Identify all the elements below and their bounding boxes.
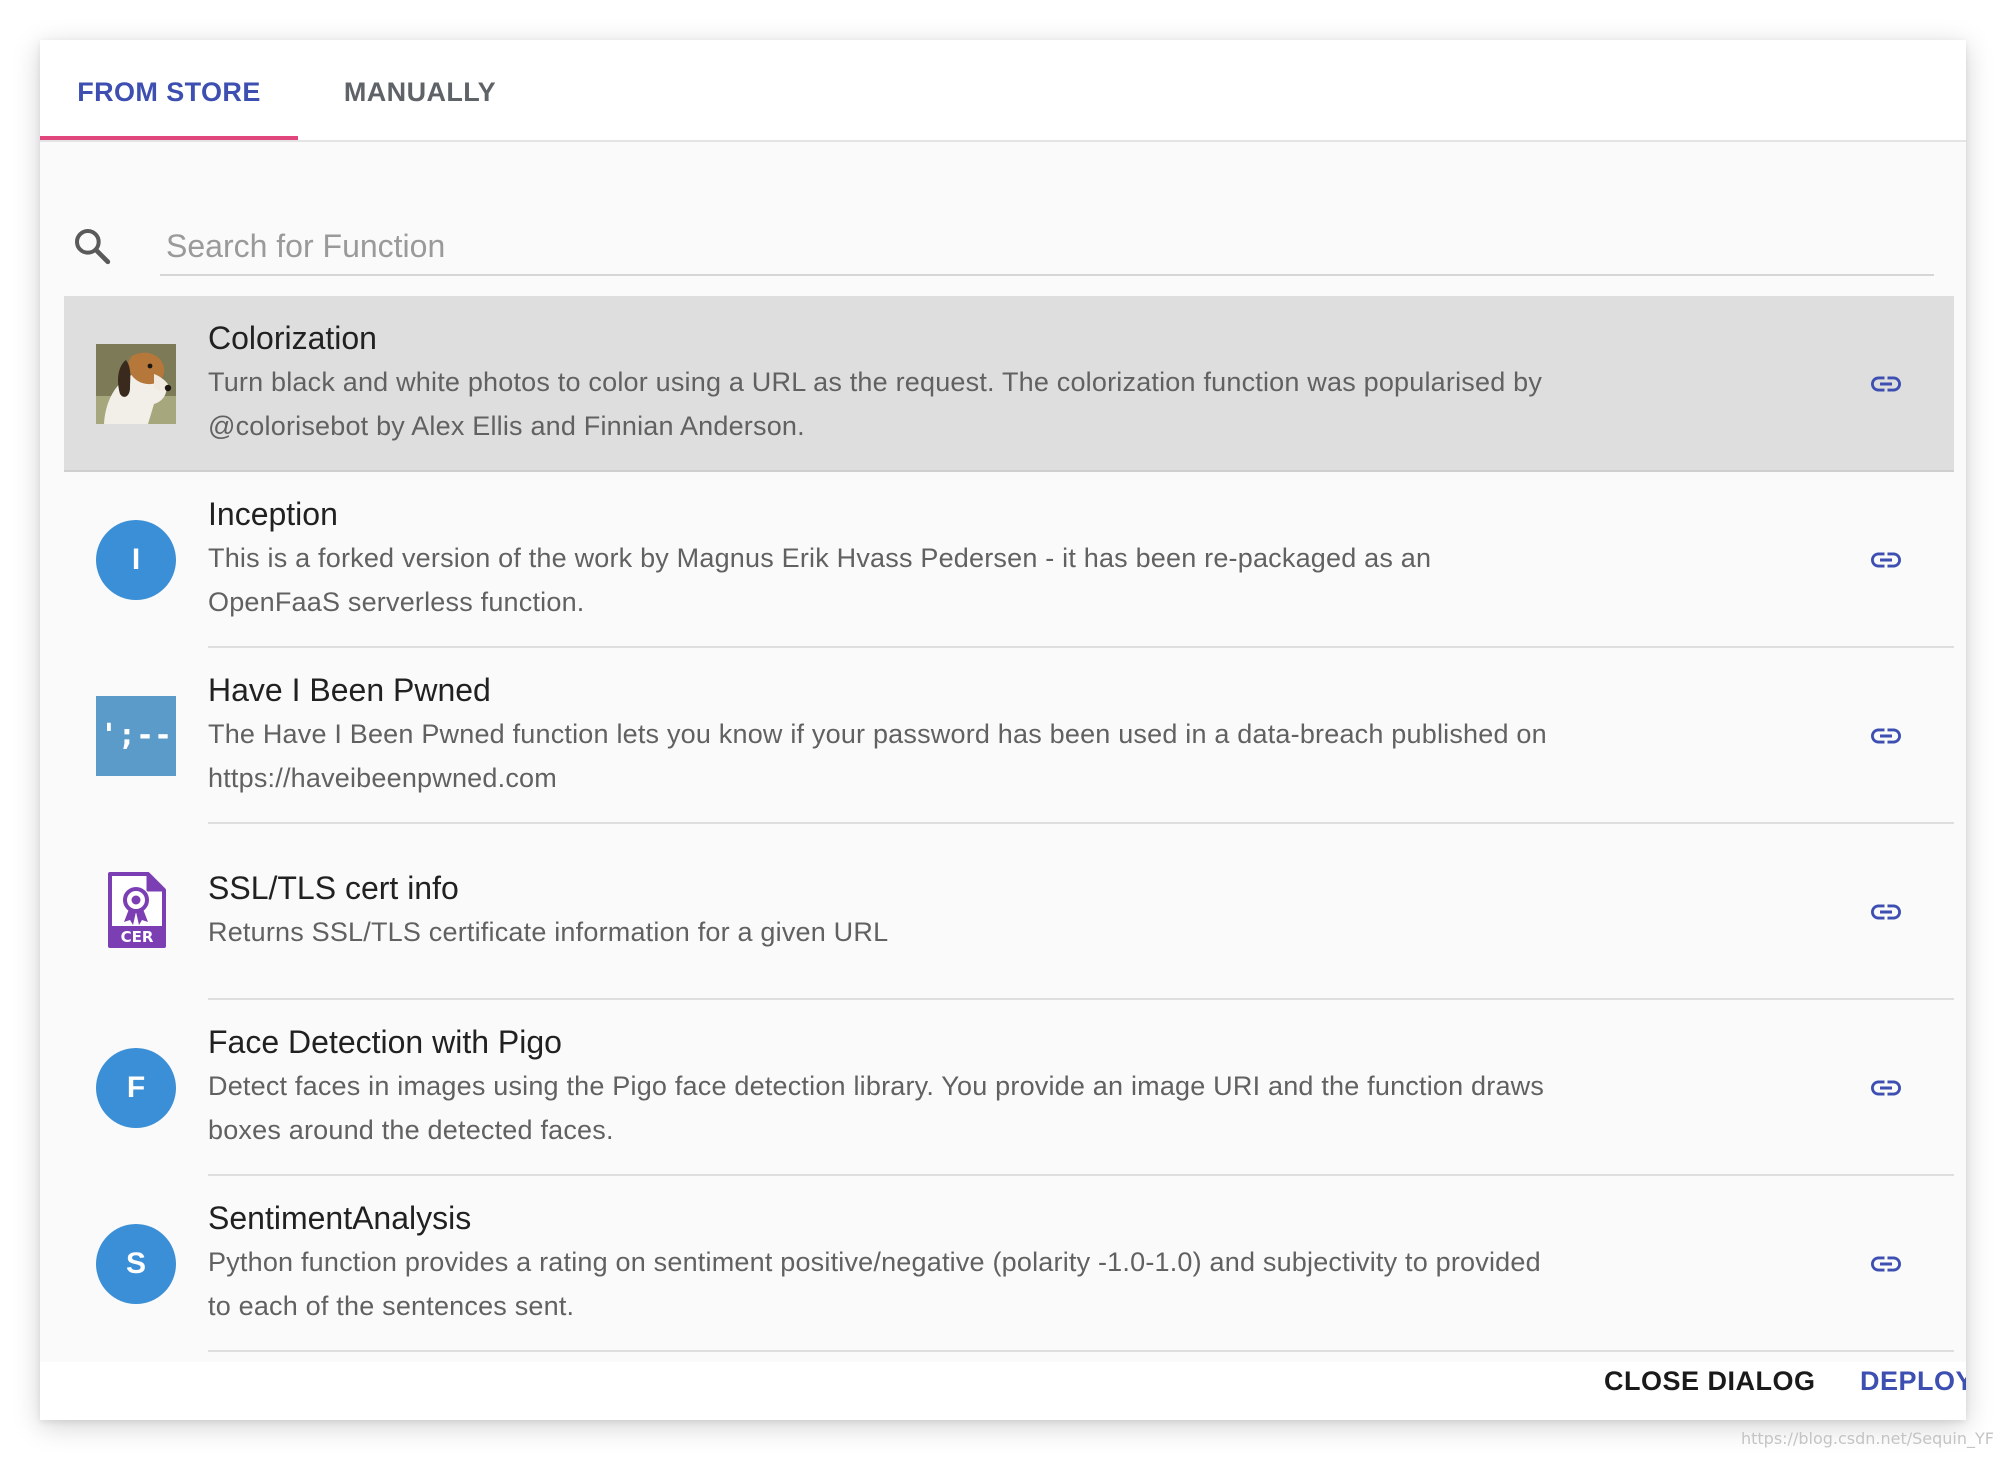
function-item-face-detection-pigo[interactable]: F Face Detection with Pigo Detect faces …: [64, 1000, 1954, 1176]
store-panel: Colorization Turn black and white photos…: [40, 142, 1966, 1362]
function-item-colorization[interactable]: Colorization Turn black and white photos…: [64, 296, 1954, 472]
letter-avatar: S: [96, 1224, 176, 1304]
link-icon[interactable]: [1864, 1246, 1908, 1282]
link-icon[interactable]: [1864, 542, 1908, 578]
hibp-logo-icon: ';--: [96, 696, 176, 776]
watermark: https://blog.csdn.net/Sequin_YF: [1740, 1429, 1994, 1448]
function-title: Colorization: [208, 320, 377, 356]
search-input[interactable]: [160, 218, 1934, 276]
function-title: SentimentAnalysis: [208, 1200, 472, 1236]
search-bar: [64, 218, 1934, 278]
function-description: Turn black and white photos to color usi…: [208, 367, 1543, 441]
link-icon[interactable]: [1864, 1070, 1908, 1106]
function-description: The Have I Been Pwned function lets you …: [208, 719, 1547, 793]
function-description: Detect faces in images using the Pigo fa…: [208, 1071, 1545, 1145]
function-title: SSL/TLS cert info: [208, 870, 459, 906]
function-description: Returns SSL/TLS certificate information …: [208, 917, 889, 947]
letter-avatar: F: [96, 1048, 176, 1128]
function-list: Colorization Turn black and white photos…: [64, 296, 1954, 1352]
function-title: Inception: [208, 496, 338, 532]
link-icon[interactable]: [1864, 366, 1908, 402]
deploy-button[interactable]: DEPLOY: [1860, 1366, 1966, 1397]
tab-from-store[interactable]: FROM STORE: [40, 40, 298, 140]
dialog-actions: CLOSE DIALOG DEPLOY: [40, 1362, 1966, 1420]
tab-bar: FROM STORE MANUALLY: [40, 40, 1966, 142]
function-description: This is a forked version of the work by …: [208, 543, 1432, 617]
beagle-photo-icon: [96, 344, 176, 424]
function-title: Have I Been Pwned: [208, 672, 491, 708]
list-divider: [208, 1350, 1954, 1352]
function-title: Face Detection with Pigo: [208, 1024, 562, 1060]
function-item-inception[interactable]: I Inception This is a forked version of …: [64, 472, 1954, 648]
function-description: Python function provides a rating on sen…: [208, 1247, 1541, 1321]
tab-manually[interactable]: MANUALLY: [298, 40, 542, 140]
function-item-ssl-tls-cert-info[interactable]: CER SSL/TLS cert info Returns SSL/TLS ce…: [64, 824, 1954, 1000]
certificate-file-icon: CER: [108, 872, 166, 948]
search-icon: [75, 229, 111, 265]
link-icon[interactable]: [1864, 718, 1908, 754]
function-item-sentiment-analysis[interactable]: S SentimentAnalysis Python function prov…: [64, 1176, 1954, 1352]
function-item-have-i-been-pwned[interactable]: ';-- Have I Been Pwned The Have I Been P…: [64, 648, 1954, 824]
link-icon[interactable]: [1864, 894, 1908, 930]
deploy-function-dialog: FROM STORE MANUALLY Search for Function …: [40, 40, 1966, 1420]
close-dialog-button[interactable]: CLOSE DIALOG: [1604, 1366, 1816, 1397]
letter-avatar: I: [96, 520, 176, 600]
active-tab-indicator: [40, 136, 298, 140]
svg-text:CER: CER: [121, 928, 154, 946]
